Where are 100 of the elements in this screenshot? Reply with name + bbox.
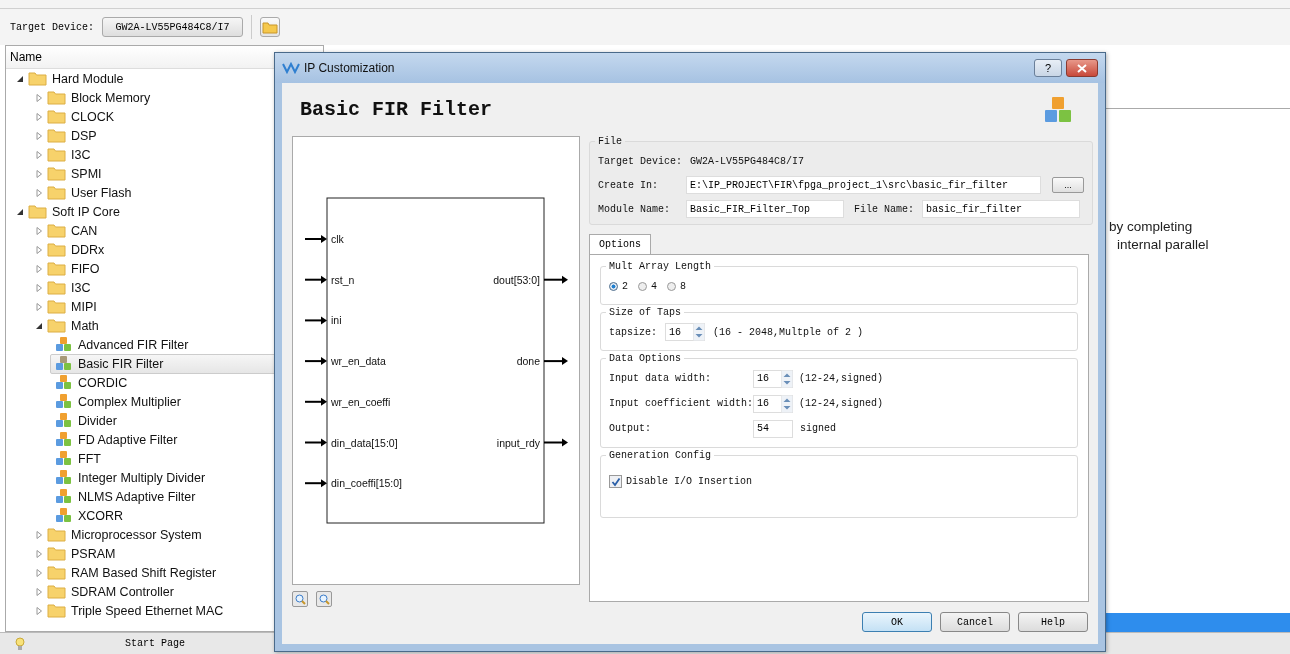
group-title: Size of Taps [608,307,682,318]
tree-item[interactable]: Divider [50,410,323,431]
tree-item[interactable]: DSP [71,128,97,143]
tree-item[interactable]: NLMS Adaptive Filter [50,486,323,507]
output-width-field[interactable]: 54 [753,419,793,438]
close-button[interactable] [1066,59,1098,77]
field-label: tapsize: [609,326,657,338]
hint-text: signed [800,423,836,434]
description-text: internal parallel [1117,237,1209,252]
hint-text: (12-24,signed) [799,398,883,409]
port-label: ini [331,314,342,327]
input-arrow [304,235,327,243]
file-name-field[interactable]: basic_fir_filter [922,200,1080,218]
tree-item[interactable]: Math [71,318,99,333]
folder-icon [47,546,66,561]
tree-item[interactable]: CAN [71,223,98,238]
tree-item[interactable]: Advanced FIR Filter [50,334,323,355]
tree-item[interactable]: SPMI [71,166,102,181]
cubes-icon [55,450,73,467]
input-arrow [304,275,327,284]
tree-item[interactable]: Microprocessor System [71,527,202,542]
input-arrow [304,479,327,488]
tree-item[interactable]: Complex Multiplier [50,391,323,412]
open-folder-button[interactable] [260,17,280,37]
field-label: Target Device: [598,155,682,167]
port-label: wr_en_coeffi [331,395,391,408]
tree-item[interactable]: XCORR [50,505,323,526]
cubes-icon [55,336,73,353]
expander-icon[interactable] [35,321,43,330]
tree-item[interactable]: I3C [71,147,91,162]
tree-item[interactable]: Integer Multiply Divider [50,467,323,488]
folder-icon [47,603,66,618]
folder-icon [47,318,66,333]
folder-icon [47,90,66,105]
port-label: din_data[15:0] [331,436,398,449]
cubes-icon [1043,95,1073,124]
folder-icon [47,166,66,181]
dialog-button[interactable]: Cancel [940,612,1010,632]
tree-item[interactable]: MIPI [71,299,97,314]
tree-item[interactable]: PSRAM [71,546,116,561]
output-arrow [543,357,568,366]
module-name-field[interactable]: Basic_FIR_Filter_Top [686,200,844,218]
tree-item[interactable]: Triple Speed Ethernet MAC [71,603,224,618]
create-in-field[interactable]: E:\IP_PROJECT\FIR\fpga_project_1\src\basic_fir_filter [686,176,1041,194]
dialog-button[interactable]: OK [862,612,932,632]
radio-button[interactable] [609,281,618,291]
close-icon [1077,63,1087,73]
options-tab[interactable]: Options [589,234,651,254]
dialog-button[interactable]: Help [1018,612,1088,632]
target-device-button[interactable]: GW2A-LV55PG484C8/I7 [102,17,243,37]
description-text: by completing [1109,219,1193,234]
folder-icon [47,147,66,162]
browse-button[interactable]: ... [1052,177,1084,193]
field-label: Module Name: [598,203,671,215]
tapsize-field[interactable]: 16 [665,323,693,341]
width-field[interactable]: 16 [753,394,781,413]
spin-arrows-icon[interactable] [781,394,793,413]
tree-item[interactable]: DDRx [71,242,105,257]
start-page-tab[interactable]: Start Page [125,638,185,649]
field-label: Input data width: [609,373,713,384]
expander-icon[interactable] [16,207,24,216]
zoom-in-button[interactable] [292,591,308,607]
cubes-icon [55,393,73,410]
tree-item[interactable]: SDRAM Controller [71,584,174,599]
input-arrow [304,357,327,366]
folder-icon [47,565,66,580]
tree-item[interactable]: FFT [50,448,323,469]
cubes-icon [55,412,73,429]
tree-item[interactable]: FD Adaptive Filter [50,429,323,450]
input-arrow [304,397,327,406]
spin-arrows-icon[interactable] [781,369,793,388]
radio-button[interactable] [667,281,677,291]
tree-item[interactable]: FIFO [71,261,100,276]
folder-icon [47,109,66,124]
tree-item[interactable]: I3C [71,280,91,295]
zoom-out-button[interactable] [316,591,332,607]
folder-icon [47,584,66,599]
tree-item[interactable]: Block Memory [71,90,151,105]
tree-item[interactable]: Soft IP Core [52,204,120,219]
checkbox[interactable] [609,475,622,488]
tree-item[interactable]: RAM Based Shift Register [71,565,217,580]
group-title: Generation Config [608,450,713,461]
radio-label: 2 [622,280,628,292]
hint-text: (12-24,signed) [799,373,883,384]
cubes-icon [55,488,73,505]
tree-item[interactable]: User Flash [71,185,132,200]
port-label: done [516,355,540,368]
tree-item[interactable]: CORDIC [50,372,323,393]
radio-button[interactable] [638,281,647,291]
spin-arrows-icon[interactable] [693,323,705,341]
cubes-icon [55,374,73,391]
folder-icon [47,185,66,200]
tree-item[interactable]: Hard Module [52,71,124,86]
field-label: File Name: [854,203,914,215]
tree-item[interactable]: CLOCK [71,109,115,124]
expander-icon[interactable] [16,74,24,83]
help-button[interactable]: ? [1034,59,1062,77]
width-field[interactable]: 16 [753,369,781,388]
output-arrow [543,438,568,447]
group-title: File [597,136,623,147]
